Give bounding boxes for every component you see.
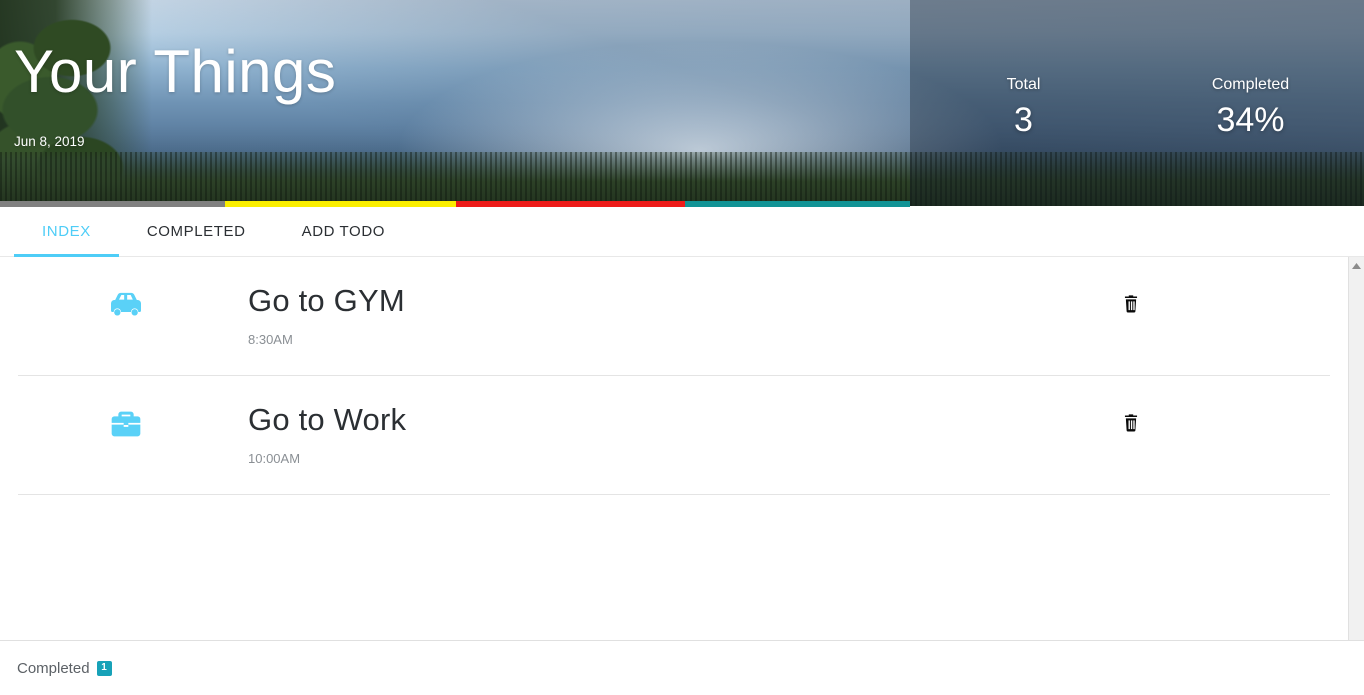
tab-label: INDEX	[42, 222, 91, 240]
hero-header: Your Things Jun 8, 2019 Total 3 Complete…	[0, 0, 1364, 206]
status-bar-label: Completed	[17, 659, 90, 677]
yellow-segment	[225, 201, 456, 207]
tab-bar: INDEX COMPLETED ADD TODO	[0, 206, 1364, 257]
hero-date: Jun 8, 2019	[14, 134, 85, 149]
tab-index[interactable]: INDEX	[14, 206, 119, 257]
tab-add-todo[interactable]: ADD TODO	[274, 206, 413, 257]
gray-segment	[0, 201, 225, 207]
todo-time: 10:00AM	[248, 451, 301, 466]
status-bar: Completed 1	[0, 640, 1364, 695]
tab-label: ADD TODO	[301, 222, 386, 240]
stat-completed-label: Completed	[1211, 76, 1290, 93]
teal-segment	[685, 201, 910, 207]
stat-completed: Completed 34%	[1137, 76, 1364, 139]
status-badge: 1	[96, 660, 112, 676]
stat-total-value: 3	[1014, 100, 1033, 139]
stat-total-label: Total	[1006, 76, 1041, 93]
car-icon	[104, 283, 148, 327]
vertical-scrollbar[interactable]	[1348, 257, 1364, 640]
todo-list: Go to GYM 8:30AM Go to Work 10:00AM	[0, 257, 1348, 640]
chevron-up-icon[interactable]	[1349, 259, 1364, 273]
progress-bar	[0, 201, 910, 207]
delete-todo-button[interactable]	[1118, 410, 1144, 436]
stat-total: Total 3	[910, 76, 1137, 139]
todo-time: 8:30AM	[248, 332, 293, 347]
delete-todo-button[interactable]	[1118, 291, 1144, 317]
red-segment	[456, 201, 685, 207]
page-title: Your Things	[14, 38, 337, 105]
todo-row[interactable]: Go to Work 10:00AM	[18, 376, 1330, 495]
todo-title: Go to GYM	[248, 283, 405, 318]
todo-row[interactable]: Go to GYM 8:30AM	[18, 257, 1330, 376]
tab-label: COMPLETED	[146, 222, 246, 240]
todo-app-window: Your Things Jun 8, 2019 Total 3 Complete…	[0, 0, 1364, 695]
tab-completed[interactable]: COMPLETED	[119, 206, 274, 257]
briefcase-icon	[104, 402, 148, 446]
todo-title: Go to Work	[248, 402, 407, 437]
stats-panel: Total 3 Completed 34%	[910, 76, 1364, 139]
stat-completed-value: 34%	[1216, 100, 1285, 139]
